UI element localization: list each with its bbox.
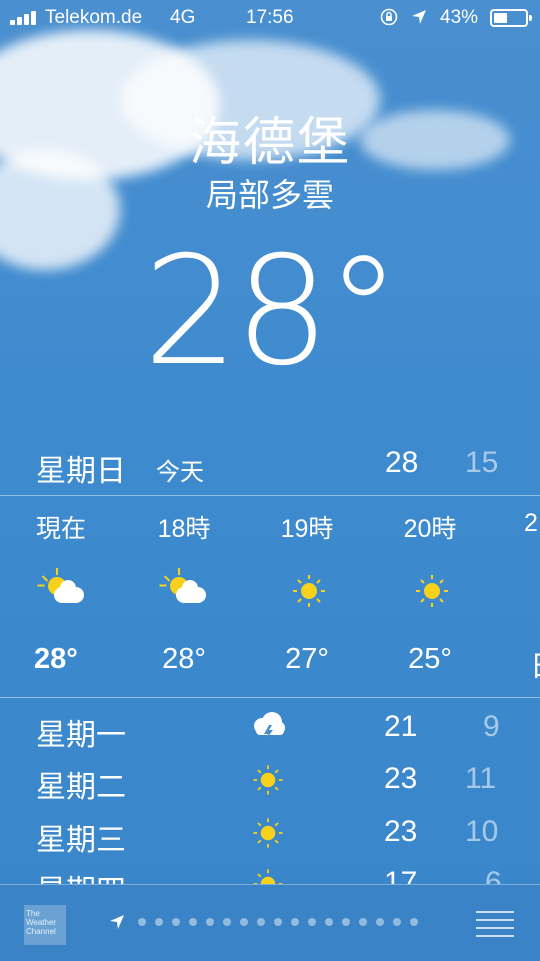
hour-label: 2 xyxy=(524,509,538,537)
status-bar: Telekom.de 4G 17:56 43% xyxy=(0,0,540,36)
day-name: 星期三 xyxy=(36,824,126,857)
day-name: 星期一 xyxy=(36,719,126,752)
hour-label: 18時 xyxy=(157,515,211,543)
partly-cloudy-icon xyxy=(159,568,208,611)
day-high: 23 xyxy=(384,762,418,795)
hour-label: 19時 xyxy=(280,515,334,543)
battery-percent: 43% xyxy=(440,7,479,28)
signal-icon xyxy=(10,11,40,25)
weather-condition: 局部多雲 xyxy=(205,177,334,213)
hour-label: 現在 xyxy=(36,515,87,543)
page-dot[interactable] xyxy=(274,918,282,926)
today-high: 28 xyxy=(385,446,419,479)
page-indicator[interactable] xyxy=(110,913,440,933)
day-name: 星期二 xyxy=(36,771,126,804)
city-name: 海德堡 xyxy=(188,114,351,172)
page-dot[interactable] xyxy=(189,918,197,926)
bottom-toolbar: The Weather Channel xyxy=(0,884,540,961)
page-dot[interactable] xyxy=(172,918,180,926)
today-label: 今天 xyxy=(156,459,204,486)
sun-icon xyxy=(287,571,331,611)
daily-row: 星期一 21 9 xyxy=(0,706,540,752)
sun-icon xyxy=(248,813,288,853)
carrier-name: Telekom.de xyxy=(45,7,143,28)
network-type: 4G xyxy=(170,7,196,28)
page-dot[interactable] xyxy=(308,918,316,926)
day-low: 11 xyxy=(465,762,497,795)
page-dot[interactable] xyxy=(325,918,333,926)
page-dot[interactable] xyxy=(155,918,163,926)
hour-temp: 28° xyxy=(162,643,206,675)
page-dot[interactable] xyxy=(342,918,350,926)
thunderstorm-icon xyxy=(248,708,288,748)
weather-channel-logo[interactable]: The Weather Channel xyxy=(24,905,66,945)
battery-fill xyxy=(494,13,507,23)
hour-temp: 27° xyxy=(285,643,329,675)
day-low: 9 xyxy=(483,710,500,743)
sun-icon xyxy=(248,760,288,800)
location-services-icon xyxy=(410,8,428,32)
today-day: 星期日 xyxy=(36,455,126,488)
daily-row: 星期二 23 11 xyxy=(0,758,540,804)
page-dot[interactable] xyxy=(138,918,146,926)
hour-label: 20時 xyxy=(403,515,457,543)
sun-icon xyxy=(410,571,454,611)
hour-temp: 日 xyxy=(530,643,540,685)
current-temperature: 28° xyxy=(143,225,401,399)
page-dot[interactable] xyxy=(257,918,265,926)
today-low: 15 xyxy=(465,446,499,479)
day-high: 21 xyxy=(384,710,418,743)
hour-temp: 25° xyxy=(408,643,452,675)
rotation-lock-icon xyxy=(380,8,398,32)
list-icon[interactable] xyxy=(476,911,514,937)
hourly-forecast[interactable]: 現在 28° 18時 28° 19時 27° 20時 25° 2 xyxy=(0,497,540,697)
today-summary: 星期日 今天 28 15 xyxy=(0,446,540,488)
page-dot[interactable] xyxy=(240,918,248,926)
page-dot[interactable] xyxy=(410,918,418,926)
divider xyxy=(0,697,540,698)
battery-icon xyxy=(490,9,532,27)
day-high: 23 xyxy=(384,815,418,848)
clock: 17:56 xyxy=(246,7,294,28)
page-dot[interactable] xyxy=(393,918,401,926)
partly-cloudy-icon xyxy=(37,568,86,611)
page-dot[interactable] xyxy=(291,918,299,926)
page-dot[interactable] xyxy=(206,918,214,926)
page-dot[interactable] xyxy=(359,918,367,926)
page-dot[interactable] xyxy=(223,918,231,926)
page-dot[interactable] xyxy=(376,918,384,926)
daily-row: 星期三 23 10 xyxy=(0,811,540,857)
hour-temp: 28° xyxy=(34,643,78,675)
divider xyxy=(0,495,540,496)
day-low: 10 xyxy=(465,815,499,848)
